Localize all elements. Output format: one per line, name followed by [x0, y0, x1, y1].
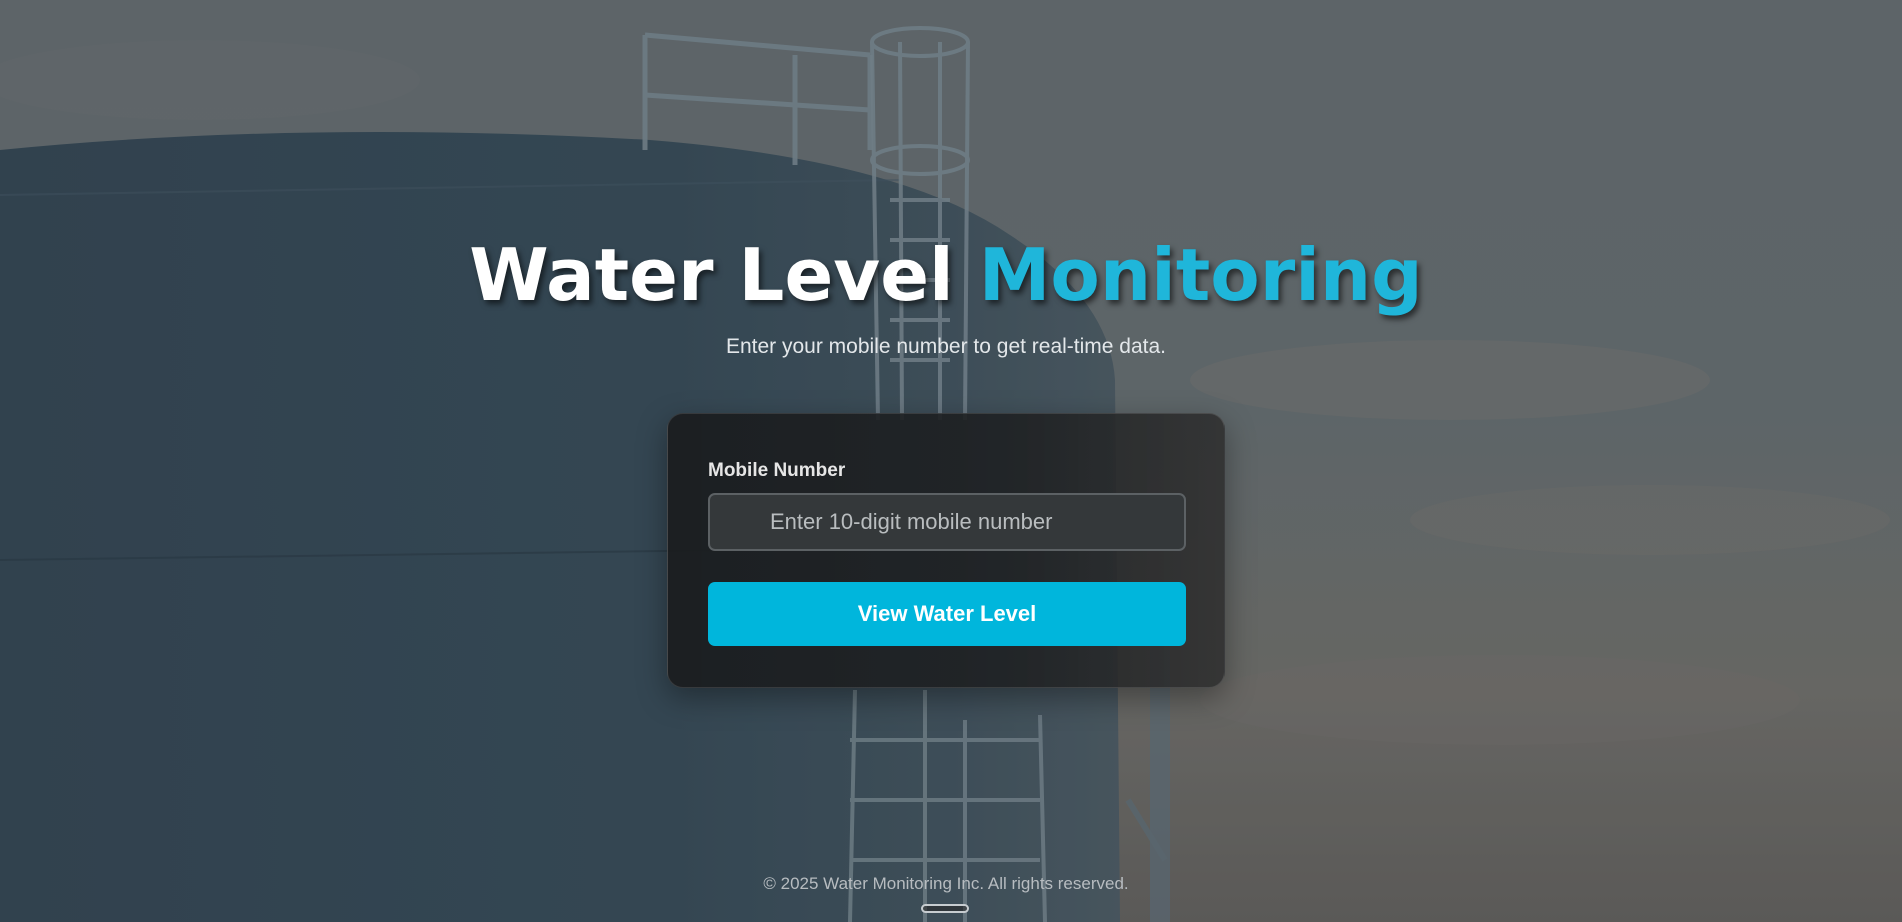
page-title-accent: Monitoring [978, 233, 1423, 317]
page-title-main: Water Level [469, 233, 979, 317]
mobile-number-label: Mobile Number [708, 460, 846, 481]
mobile-input-wrapper [708, 493, 1186, 551]
hero-section: Water Level Monitoring Enter your mobile… [0, 225, 1892, 359]
mobile-number-input[interactable] [708, 493, 1186, 551]
page-title: Water Level Monitoring [0, 225, 1892, 325]
mobile-form-card: Mobile Number View Water Level [667, 413, 1225, 688]
view-water-level-button[interactable]: View Water Level [708, 582, 1186, 646]
water-level-page: Water Level Monitoring Enter your mobile… [0, 0, 1902, 922]
page-subtitle: Enter your mobile number to get real-tim… [725, 335, 1167, 358]
footer-copyright: © 2025 Water Monitoring Inc. All rights … [763, 874, 1129, 893]
scroll-indicator[interactable] [921, 904, 969, 913]
